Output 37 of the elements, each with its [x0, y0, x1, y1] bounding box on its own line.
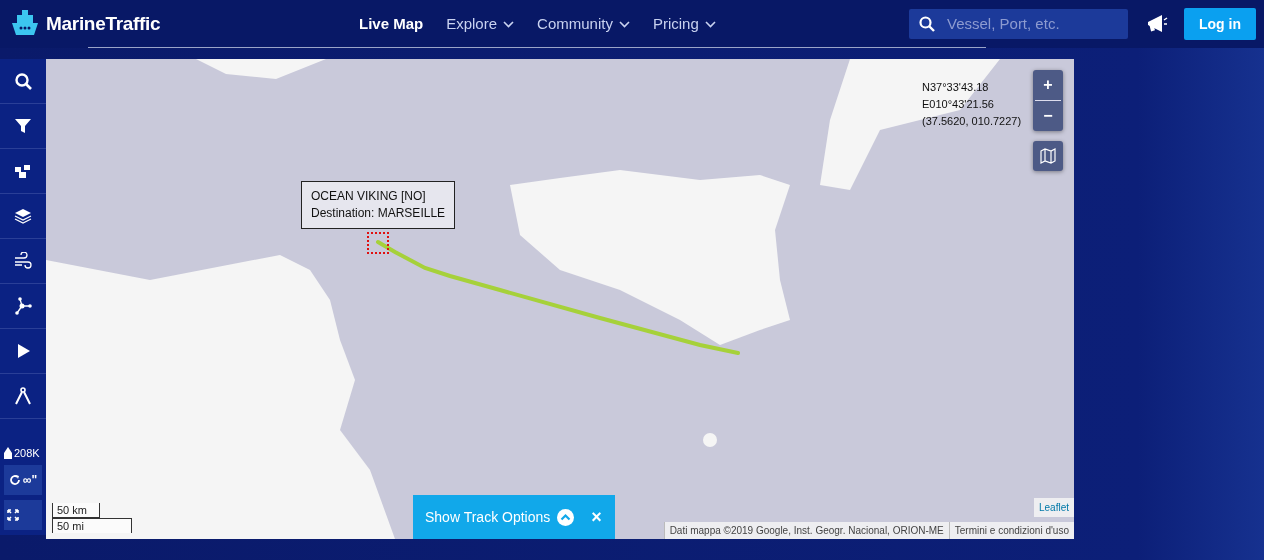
- expand-icon: [7, 509, 19, 521]
- nav-tab[interactable]: Live Map: [359, 8, 424, 40]
- map-layers-button[interactable]: [1033, 141, 1063, 171]
- selection-marker[interactable]: [367, 232, 389, 254]
- vessel-tooltip: OCEAN VIKING [NO] Destination: MARSEILLE: [301, 181, 456, 229]
- terms-link[interactable]: Termini e condizioni d'uso: [948, 522, 1074, 539]
- scale-bar: 50 mi: [52, 518, 132, 533]
- zoom-out-button[interactable]: −: [1033, 101, 1063, 131]
- nav-tab[interactable]: Community: [537, 8, 630, 40]
- ship-icon: [4, 446, 12, 459]
- brand-name[interactable]: MarineTraffic: [46, 9, 161, 39]
- search-field[interactable]: Vessel, Port, etc.: [945, 11, 1115, 37]
- fullscreen-button[interactable]: [4, 500, 42, 530]
- search-icon: [919, 16, 935, 32]
- coordinate-text: N37°33'43.18: [922, 80, 990, 95]
- layers-icon[interactable]: [14, 207, 32, 225]
- coordinate-text: E010°43'21.56: [922, 97, 995, 112]
- chevron-up-icon: [557, 508, 575, 526]
- search-icon[interactable]: [14, 72, 32, 90]
- compass-icon[interactable]: [14, 387, 32, 405]
- search-field[interactable]: Vessel, Port, etc.: [909, 9, 1128, 39]
- nav-tab[interactable]: Explore: [446, 8, 515, 40]
- vessel-count: 208K: [14, 445, 40, 461]
- nav-tab[interactable]: Pricing: [652, 8, 716, 40]
- refresh-button[interactable]: ∞": [4, 465, 42, 495]
- refresh-icon: [8, 474, 21, 486]
- scale-bar: 50 km: [52, 503, 100, 518]
- network-icon[interactable]: [14, 297, 32, 315]
- filter-icon[interactable]: [14, 117, 32, 135]
- wind-icon[interactable]: [14, 252, 32, 270]
- map-attribution: Dati mappa ©2019 Google, Inst. Geogr. Nacional, ORION-ME: [663, 522, 949, 539]
- map-icon: [1040, 148, 1056, 164]
- megaphone-icon[interactable]: [1146, 14, 1168, 34]
- zoom-in-button[interactable]: +: [1033, 70, 1063, 100]
- boxes-icon[interactable]: [14, 162, 32, 180]
- coordinate-text: (37.5620, 010.7227): [922, 114, 1022, 129]
- leaflet-link[interactable]: Leaflet: [1033, 498, 1074, 517]
